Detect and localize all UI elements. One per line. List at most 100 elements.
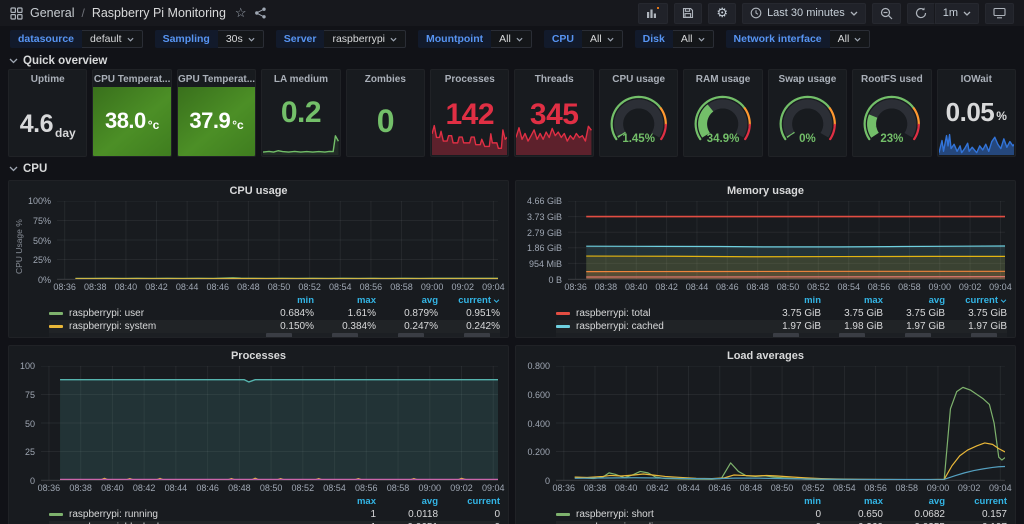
chart-body: CPU Usage % 0%25%50%75%100% 08:3608:3808… bbox=[9, 199, 508, 293]
x-tick-label: 08:56 bbox=[355, 483, 378, 493]
legend-sort-header[interactable]: avg bbox=[376, 496, 438, 507]
add-panel-button[interactable] bbox=[638, 3, 668, 24]
plot-area[interactable] bbox=[556, 366, 1005, 481]
legend-series-name[interactable]: raspberrypi: user bbox=[49, 308, 252, 319]
row-header-quick-overview[interactable]: Quick overview bbox=[0, 52, 1024, 69]
legend-value: 0.0682 bbox=[883, 509, 945, 520]
panel-title[interactable]: Processes bbox=[431, 70, 508, 85]
panel-title[interactable]: Swap usage bbox=[769, 70, 846, 85]
save-dashboard-button[interactable] bbox=[674, 3, 702, 24]
legend-sort-header[interactable]: min bbox=[759, 496, 821, 507]
legend-series-name[interactable]: raspberrypi: cached bbox=[556, 321, 759, 332]
plot-area[interactable] bbox=[41, 366, 498, 481]
refresh-interval-picker[interactable]: 1m bbox=[935, 3, 979, 24]
x-tick-label: 08:48 bbox=[228, 483, 251, 493]
legend-sort-header[interactable]: current bbox=[438, 295, 500, 306]
y-tick-label: 0.600 bbox=[527, 390, 550, 400]
panel-title[interactable]: IOWait bbox=[938, 70, 1015, 85]
legend-sort-header[interactable]: max bbox=[821, 295, 883, 306]
share-icon[interactable] bbox=[254, 7, 267, 19]
variable-value-dropdown[interactable]: All bbox=[830, 30, 871, 48]
legend-sort-header[interactable]: avg bbox=[883, 295, 945, 306]
panel-title[interactable]: Uptime bbox=[9, 70, 86, 85]
variable-label: Mountpoint bbox=[418, 30, 491, 48]
time-range-picker[interactable]: Last 30 minutes bbox=[742, 3, 866, 24]
legend-header-row: minmaxavgcurrent bbox=[556, 294, 1007, 307]
plot-area[interactable] bbox=[57, 201, 498, 280]
panel-title[interactable]: LA medium bbox=[262, 70, 339, 85]
legend-value: 0.247% bbox=[376, 321, 438, 332]
chevron-down-icon bbox=[248, 37, 255, 42]
x-tick-label: 08:54 bbox=[323, 483, 346, 493]
panel-title[interactable]: CPU usage bbox=[9, 181, 508, 199]
chart-body: 0 B954 MiB1.86 GiB2.79 GiB3.73 GiB4.66 G… bbox=[516, 199, 1015, 293]
panel-title[interactable]: Zombies bbox=[347, 70, 424, 85]
legend-sort-header[interactable]: max bbox=[314, 496, 376, 507]
zoom-out-button[interactable] bbox=[872, 3, 901, 24]
legend-sort-header[interactable]: min bbox=[252, 295, 314, 306]
stat-value: 0 bbox=[347, 86, 424, 156]
legend-series-name[interactable]: raspberrypi: total bbox=[556, 308, 759, 319]
panel-title[interactable]: CPU usage bbox=[600, 70, 677, 85]
refresh-button[interactable] bbox=[907, 3, 935, 24]
panel-title[interactable]: Load averages bbox=[516, 346, 1015, 364]
chevron-down-icon bbox=[516, 37, 523, 42]
variable-value-dropdown[interactable]: All bbox=[582, 30, 623, 48]
y-tick-label: 100% bbox=[28, 196, 51, 206]
star-icon[interactable]: ☆ bbox=[235, 5, 247, 21]
panel-title[interactable]: Memory usage bbox=[516, 181, 1015, 199]
legend-sort-header[interactable]: max bbox=[314, 295, 376, 306]
legend-sort-header[interactable]: avg bbox=[883, 496, 945, 507]
variable-value-dropdown[interactable]: default bbox=[82, 30, 143, 48]
variable-sampling: Sampling 30s bbox=[155, 30, 264, 48]
panel-title[interactable]: RootFS used bbox=[853, 70, 930, 85]
plot-area[interactable] bbox=[568, 201, 1005, 280]
legend-value: 3.75 GiB bbox=[821, 308, 883, 319]
x-tick-label: 09:04 bbox=[989, 282, 1012, 292]
gauge-value: 1.45% bbox=[600, 133, 677, 145]
panel-title[interactable]: Processes bbox=[9, 346, 508, 364]
legend-sort-header[interactable]: avg bbox=[376, 295, 438, 306]
x-tick-label: 09:00 bbox=[421, 282, 444, 292]
x-tick-label: 08:56 bbox=[868, 282, 891, 292]
grafana-dashboard: General / Raspberry Pi Monitoring ☆ ⚙ La… bbox=[0, 0, 1024, 524]
variable-label: Disk bbox=[635, 30, 673, 48]
chart-panel-cpu-usage: CPU usage CPU Usage % 0%25%50%75%100% 08… bbox=[8, 180, 509, 338]
legend-sort-header[interactable]: current bbox=[945, 496, 1007, 507]
breadcrumb-dashboard-title[interactable]: Raspberry Pi Monitoring bbox=[92, 6, 226, 20]
x-tick-label: 08:52 bbox=[807, 282, 830, 292]
row-header-cpu[interactable]: CPU bbox=[0, 160, 1024, 177]
variable-value-dropdown[interactable]: All bbox=[491, 30, 532, 48]
legend-series-name[interactable]: raspberrypi: running bbox=[49, 509, 314, 520]
series-swatch bbox=[556, 325, 570, 328]
panel-title[interactable]: Threads bbox=[515, 70, 592, 85]
variable-value-dropdown[interactable]: All bbox=[673, 30, 714, 48]
chevron-down-icon bbox=[9, 166, 18, 172]
dashboards-grid-icon[interactable] bbox=[10, 7, 23, 20]
legend-sort-header[interactable]: min bbox=[759, 295, 821, 306]
gauge-value: 0% bbox=[769, 133, 846, 145]
y-tick-label: 0 bbox=[30, 476, 35, 486]
series-swatch bbox=[49, 312, 63, 315]
kiosk-mode-button[interactable] bbox=[985, 3, 1014, 24]
variable-value-dropdown[interactable]: raspberrypi bbox=[324, 30, 406, 48]
legend-sort-header[interactable]: max bbox=[821, 496, 883, 507]
panel-title[interactable]: GPU Temperat... bbox=[178, 70, 255, 85]
stat-value: 0.2 bbox=[262, 86, 339, 140]
panel-title[interactable]: RAM usage bbox=[684, 70, 761, 85]
variable-label: Network interface bbox=[726, 30, 830, 48]
variable-value-dropdown[interactable]: 30s bbox=[218, 30, 264, 48]
x-tick-label: 09:00 bbox=[928, 282, 951, 292]
legend-header-row: minmaxavgcurrent bbox=[49, 294, 500, 307]
panel-title[interactable]: CPU Temperat... bbox=[93, 70, 170, 85]
x-tick-label: 09:02 bbox=[958, 483, 981, 493]
legend-series-name[interactable]: raspberrypi: short bbox=[556, 509, 759, 520]
x-tick-label: 08:58 bbox=[896, 483, 919, 493]
legend-sort-header[interactable]: current bbox=[945, 295, 1007, 306]
breadcrumb-section[interactable]: General bbox=[30, 6, 74, 20]
dashboard-settings-button[interactable]: ⚙ bbox=[708, 3, 736, 24]
x-tick-label: 09:02 bbox=[452, 282, 475, 292]
gauge-value: 34.9% bbox=[684, 133, 761, 145]
legend-sort-header[interactable]: current bbox=[438, 496, 500, 507]
legend-series-name[interactable]: raspberrypi: system bbox=[49, 321, 252, 332]
